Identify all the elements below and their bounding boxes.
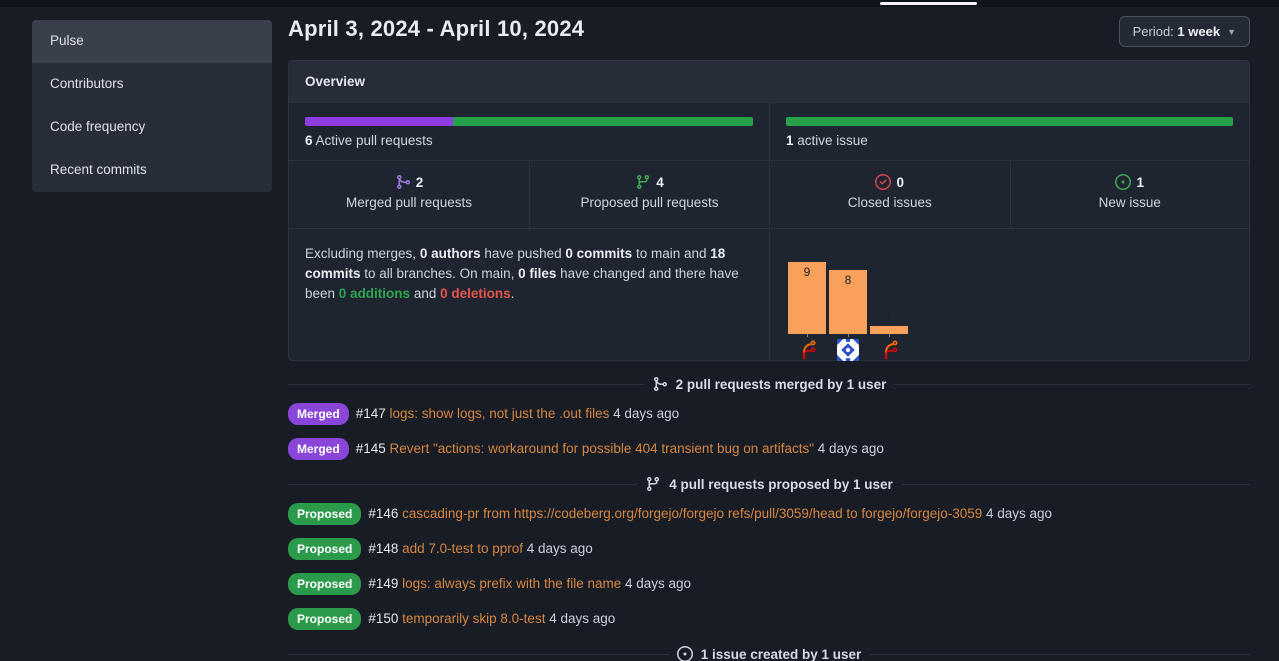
- pulse-main: April 3, 2024 - April 10, 2024 Period: 1…: [288, 16, 1250, 661]
- relative-time: 4 days ago: [982, 506, 1052, 521]
- commit-count-bar: 9: [788, 262, 826, 334]
- relative-time: 4 days ago: [545, 611, 615, 626]
- timeline-item-146: Proposed #146 cascading-pr from https://c…: [288, 503, 1250, 525]
- axis-tick: [889, 334, 890, 337]
- state-badge: Proposed: [288, 608, 361, 630]
- section-title: 2 pull requests merged by 1 user: [676, 377, 887, 392]
- timeline-item-147: Merged #147 logs: show logs, not just the…: [288, 403, 1250, 425]
- section-header: 1 issue created by 1 user: [288, 643, 1250, 661]
- chevron-down-icon: ▼: [1227, 27, 1236, 37]
- issue-number: #146: [368, 506, 402, 521]
- page-title: April 3, 2024 - April 10, 2024: [288, 16, 584, 42]
- pr-progress-bar: [305, 117, 753, 126]
- overview-panel-title: Overview: [289, 61, 1249, 103]
- relative-time: 4 days ago: [621, 576, 691, 591]
- git-merge-icon: [652, 376, 668, 392]
- git-branch-icon: [635, 174, 651, 190]
- state-badge: Proposed: [288, 538, 361, 560]
- section-header: 4 pull requests proposed by 1 user: [288, 473, 1250, 495]
- commits-bar-chart: 98 1: [770, 229, 1249, 361]
- stat-merged-prs[interactable]: 2 Merged pull requests: [289, 161, 529, 228]
- git-merge-icon: [395, 174, 411, 190]
- commit-count-bar: 1: [870, 326, 908, 334]
- sidebar-item-pulse[interactable]: Pulse: [32, 20, 272, 63]
- issue-title-link[interactable]: logs: always prefix with the file name: [402, 576, 621, 591]
- state-badge: Proposed: [288, 503, 361, 525]
- issue-closed-icon: [875, 174, 891, 190]
- sidebar-item-code-frequency[interactable]: Code frequency: [32, 106, 272, 149]
- axis-tick: [807, 334, 808, 337]
- relative-time: 4 days ago: [814, 441, 884, 456]
- bar-value-label: 8: [829, 273, 867, 287]
- git-branch-icon: [645, 476, 661, 492]
- axis-tick: [848, 334, 849, 337]
- activity-summary: Excluding merges, 0 authors have pushed …: [289, 229, 769, 304]
- issue-opened-icon: [1115, 174, 1131, 190]
- chart-column: 9: [788, 247, 826, 361]
- stat-new-issues[interactable]: 1 New issue: [1010, 161, 1250, 228]
- user-avatar-identicon[interactable]: [837, 339, 859, 361]
- state-badge: Merged: [288, 438, 349, 460]
- timeline-item-150: Proposed #150 temporarily skip 8.0-test 4…: [288, 608, 1250, 630]
- issue-title-link[interactable]: logs: show logs, not just the .out files: [389, 406, 609, 421]
- issue-progress-bar: [786, 117, 1233, 126]
- section-header: 2 pull requests merged by 1 user: [288, 373, 1250, 395]
- stat-proposed-prs[interactable]: 4 Proposed pull requests: [529, 161, 769, 228]
- issue-number: #149: [368, 576, 402, 591]
- sidebar-item-contributors[interactable]: Contributors: [32, 63, 272, 106]
- section-title: 1 issue created by 1 user: [701, 647, 862, 661]
- issue-title-link[interactable]: cascading-pr from https://codeberg.org/f…: [402, 506, 982, 521]
- section-title: 4 pull requests proposed by 1 user: [669, 477, 893, 492]
- timeline-item-145: Merged #145 Revert "actions: workaround f…: [288, 438, 1250, 460]
- issue-number: #147: [356, 406, 390, 421]
- active-pr-label: 6 Active pull requests: [305, 133, 753, 148]
- chart-column: 1: [870, 247, 908, 361]
- relative-time: 4 days ago: [609, 406, 679, 421]
- user-avatar-forgejo-logo[interactable]: [878, 339, 900, 361]
- progress-segment: [453, 117, 753, 126]
- timeline-item-148: Proposed #148 add 7.0-test to pprof 4 day…: [288, 538, 1250, 560]
- stat-closed-issues[interactable]: 0 Closed issues: [770, 161, 1010, 228]
- bar-value-label: 9: [788, 265, 826, 279]
- state-badge: Merged: [288, 403, 349, 425]
- user-avatar-forgejo-logo[interactable]: [796, 339, 818, 361]
- issue-number: #150: [368, 611, 402, 626]
- active-tab-indicator: [880, 2, 977, 5]
- activity-timeline: 2 pull requests merged by 1 user Merged #1…: [288, 373, 1250, 661]
- issue-title-link[interactable]: add 7.0-test to pprof: [402, 541, 523, 556]
- issue-number: #148: [368, 541, 402, 556]
- relative-time: 4 days ago: [523, 541, 593, 556]
- pulse-sidebar: PulseContributorsCode frequencyRecent co…: [32, 20, 272, 192]
- issue-opened-icon: [677, 646, 693, 661]
- period-label: Period: 1 week: [1133, 24, 1220, 39]
- progress-segment: [786, 117, 1233, 126]
- sidebar-item-recent-commits[interactable]: Recent commits: [32, 149, 272, 192]
- bar-value-label: 1: [870, 309, 908, 323]
- active-issue-label: 1 active issue: [786, 133, 1233, 148]
- state-badge: Proposed: [288, 573, 361, 595]
- period-dropdown[interactable]: Period: 1 week ▼: [1119, 16, 1250, 47]
- overview-panel: Overview 6 Active pull requests 2 Merged…: [288, 60, 1250, 361]
- chart-column: 8: [829, 247, 867, 361]
- issue-title-link[interactable]: temporarily skip 8.0-test: [402, 611, 545, 626]
- active-pr-progress: 6 Active pull requests: [289, 103, 769, 160]
- progress-segment: [305, 117, 453, 126]
- top-navbar: [0, 0, 1279, 7]
- active-issue-progress: 1 active issue: [770, 103, 1249, 160]
- timeline-item-149: Proposed #149 logs: always prefix with th…: [288, 573, 1250, 595]
- commit-count-bar: 8: [829, 270, 867, 334]
- issue-number: #145: [356, 441, 390, 456]
- issue-title-link[interactable]: Revert "actions: workaround for possible…: [389, 441, 814, 456]
